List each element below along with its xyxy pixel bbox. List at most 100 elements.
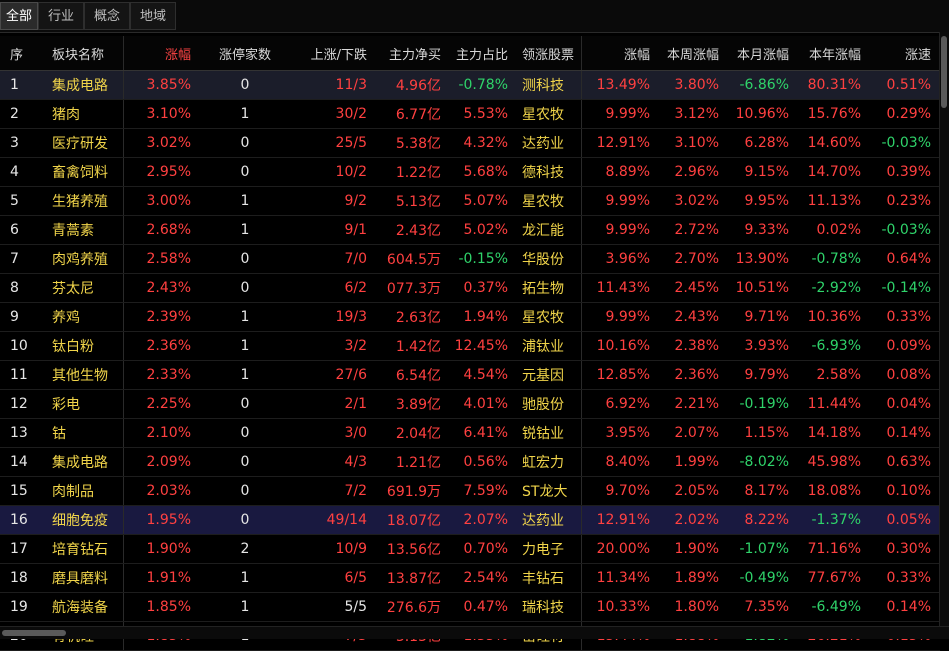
cell-month-change: 7.35% bbox=[744, 599, 789, 615]
horizontal-scrollbar[interactable] bbox=[0, 626, 949, 639]
cell-sector-name: 养鸡 bbox=[50, 303, 124, 331]
cell-up-down: 4/3 bbox=[344, 454, 367, 470]
cell-limit-up-count: 1 bbox=[240, 222, 250, 238]
table-row[interactable]: 7 肉鸡养殖 2.58% 0 7/0 604.5万 -0.15% 华股份 3.96% 2.70% 1… bbox=[0, 245, 940, 274]
cell-up-down: 11/3 bbox=[335, 77, 367, 93]
cell-change: 2.36% bbox=[146, 338, 191, 354]
cell-week-change: 1.80% bbox=[674, 599, 719, 615]
cell-week-change: 2.07% bbox=[674, 425, 719, 441]
cell-month-change: -6.86% bbox=[739, 77, 789, 93]
cell-week-change: 2.02% bbox=[674, 512, 719, 528]
cell-main-ratio: 0.56% bbox=[463, 454, 508, 470]
cell-year-change: 77.67% bbox=[807, 570, 861, 586]
cell-week-change: 1.89% bbox=[674, 570, 719, 586]
tab-region[interactable]: 地域 bbox=[130, 2, 176, 30]
tab-industry[interactable]: 行业 bbox=[38, 2, 84, 30]
cell-main-net-buy: 276.6万 bbox=[386, 600, 441, 616]
cell-main-ratio: 5.02% bbox=[463, 222, 508, 238]
col-header-year-change[interactable]: 本年涨幅 bbox=[793, 36, 865, 70]
cell-change: 1.95% bbox=[146, 512, 191, 528]
cell-leading-change: 8.40% bbox=[605, 454, 650, 470]
cell-sector-name: 培育钻石 bbox=[50, 535, 124, 563]
table-row[interactable]: 19 航海装备 1.85% 1 5/5 276.6万 0.47% 瑞科技 10.33% 1.80%… bbox=[0, 593, 940, 622]
table-row[interactable]: 10 钛白粉 2.36% 1 3/2 1.42亿 12.45% 浦钛业 10.16% 2.38% 3… bbox=[0, 332, 940, 361]
table-row[interactable]: 12 彩电 2.25% 0 2/1 3.89亿 4.01% 驰股份 6.92% 2.21% -0.1… bbox=[0, 390, 940, 419]
tab-all[interactable]: 全部 bbox=[0, 2, 38, 30]
cell-up-down: 19/3 bbox=[335, 309, 367, 325]
col-header-main-net-buy[interactable]: 主力净买 bbox=[371, 36, 445, 70]
cell-index: 6 bbox=[10, 222, 19, 238]
vertical-scroll-thumb[interactable] bbox=[941, 36, 947, 108]
cell-index: 16 bbox=[10, 512, 28, 528]
col-header-month-change[interactable]: 本月涨幅 bbox=[723, 36, 793, 70]
tab-concept[interactable]: 概念 bbox=[84, 2, 130, 30]
cell-main-net-buy: 18.07亿 bbox=[386, 513, 441, 529]
col-header-sector-name[interactable]: 板块名称 bbox=[50, 36, 124, 70]
cell-main-net-buy: 5.13亿 bbox=[395, 194, 441, 210]
table-row[interactable]: 2 猪肉 3.10% 1 30/2 6.77亿 5.53% 星农牧 9.99% 3.12% 10.9… bbox=[0, 100, 940, 129]
cell-sector-name: 其他生物 bbox=[50, 361, 124, 389]
cell-up-down: 6/2 bbox=[344, 280, 367, 296]
table-row[interactable]: 5 生猪养殖 3.00% 1 9/2 5.13亿 5.07% 星农牧 9.99% 3.02% 9.9… bbox=[0, 187, 940, 216]
cell-year-change: 71.16% bbox=[807, 541, 861, 557]
cell-limit-up-count: 1 bbox=[240, 338, 250, 354]
cell-up-down: 7/2 bbox=[344, 483, 367, 499]
table-row[interactable]: 8 芬太尼 2.43% 0 6/2 077.3万 0.37% 拓生物 11.43% 2.45% 10… bbox=[0, 274, 940, 303]
cell-change: 2.33% bbox=[146, 367, 191, 383]
cell-year-change: -0.78% bbox=[811, 251, 861, 267]
table-row[interactable]: 18 磨具磨料 1.91% 1 6/5 13.87亿 2.54% 丰钻石 11.34% 1.89%… bbox=[0, 564, 940, 593]
cell-year-change: 14.18% bbox=[807, 425, 861, 441]
table-row[interactable]: 1 集成电路 3.85% 0 11/3 4.96亿 -0.78% 测科技 13.49% 3.80%… bbox=[0, 71, 940, 100]
cell-main-ratio: -0.15% bbox=[458, 251, 508, 267]
col-header-speed[interactable]: 涨速 bbox=[865, 36, 935, 70]
cell-week-change: 2.96% bbox=[674, 164, 719, 180]
table-row[interactable]: 9 养鸡 2.39% 1 19/3 2.63亿 1.94% 星农牧 9.99% 2.43% 9.71… bbox=[0, 303, 940, 332]
cell-sector-name: 集成电路 bbox=[50, 448, 124, 476]
cell-main-ratio: 4.54% bbox=[463, 367, 508, 383]
cell-limit-up-count: 1 bbox=[240, 106, 250, 122]
cell-leading-change: 3.96% bbox=[605, 251, 650, 267]
cell-leading-change: 12.91% bbox=[596, 135, 650, 151]
table-row[interactable]: 11 其他生物 2.33% 1 27/6 6.54亿 4.54% 元基因 12.85% 2.36%… bbox=[0, 361, 940, 390]
cell-speed: 0.33% bbox=[886, 309, 931, 325]
cell-change: 3.85% bbox=[146, 77, 191, 93]
cell-week-change: 3.10% bbox=[674, 135, 719, 151]
col-header-leading-change[interactable]: 涨幅 bbox=[582, 36, 654, 70]
col-header-week-change[interactable]: 本周涨幅 bbox=[654, 36, 723, 70]
cell-main-ratio: 7.59% bbox=[463, 483, 508, 499]
cell-leading-change: 12.85% bbox=[596, 367, 650, 383]
horizontal-scroll-thumb[interactable] bbox=[2, 630, 66, 636]
cell-sector-name: 钴 bbox=[50, 419, 124, 447]
table-row[interactable]: 14 集成电路 2.09% 0 4/3 1.21亿 0.56% 虹宏力 8.40% 1.99% -8… bbox=[0, 448, 940, 477]
cell-month-change: 8.22% bbox=[744, 512, 789, 528]
cell-limit-up-count: 0 bbox=[240, 454, 250, 470]
table-row[interactable]: 13 钴 2.10% 0 3/0 2.04亿 6.41% 锐钴业 3.95% 2.07% 1.15%… bbox=[0, 419, 940, 448]
cell-speed: 0.08% bbox=[886, 367, 931, 383]
cell-speed: -0.03% bbox=[881, 222, 931, 238]
cell-year-change: -1.37% bbox=[811, 512, 861, 528]
cell-leading-change: 9.99% bbox=[605, 193, 650, 209]
col-header-main-ratio[interactable]: 主力占比 bbox=[445, 36, 512, 70]
cell-week-change: 3.02% bbox=[674, 193, 719, 209]
table-row[interactable]: 6 青蒿素 2.68% 1 9/1 2.43亿 5.02% 龙汇能 9.99% 2.72% 9.33… bbox=[0, 216, 940, 245]
col-header-change[interactable]: 涨幅 bbox=[124, 36, 195, 70]
table-row[interactable]: 3 医疗研发 3.02% 0 25/5 5.38亿 4.32% 达药业 12.91% 3.10% 6… bbox=[0, 129, 940, 158]
table-row[interactable]: 16 细胞免疫 1.95% 0 49/14 18.07亿 2.07% 达药业 12.91% 2.0… bbox=[0, 506, 940, 535]
cell-leading-stock: 星农牧 bbox=[512, 100, 582, 128]
cell-leading-change: 6.92% bbox=[605, 396, 650, 412]
cell-leading-change: 11.34% bbox=[596, 570, 650, 586]
cell-leading-change: 11.43% bbox=[596, 280, 650, 296]
table-row[interactable]: 17 培育钻石 1.90% 2 10/9 13.56亿 0.70% 力电子 20.00% 1.90… bbox=[0, 535, 940, 564]
col-header-up-down[interactable]: 上涨/下跌 bbox=[295, 36, 371, 70]
cell-main-net-buy: 2.63亿 bbox=[395, 310, 441, 326]
col-header-index[interactable]: 序 bbox=[0, 36, 50, 70]
cell-index: 9 bbox=[10, 309, 19, 325]
cell-week-change: 2.70% bbox=[674, 251, 719, 267]
col-header-leading-stock[interactable]: 领涨股票 bbox=[512, 36, 582, 70]
cell-month-change: 1.15% bbox=[744, 425, 789, 441]
table-row[interactable]: 4 畜禽饲料 2.95% 0 10/2 1.22亿 5.68% 德科技 8.89% 2.96% 9.… bbox=[0, 158, 940, 187]
cell-main-net-buy: 3.89亿 bbox=[395, 397, 441, 413]
col-header-limit-up-count[interactable]: 涨停家数 bbox=[195, 36, 295, 70]
table-row[interactable]: 15 肉制品 2.03% 0 7/2 691.9万 7.59% ST龙大 9.70% 2.05% 8… bbox=[0, 477, 940, 506]
vertical-scrollbar[interactable] bbox=[939, 32, 949, 627]
